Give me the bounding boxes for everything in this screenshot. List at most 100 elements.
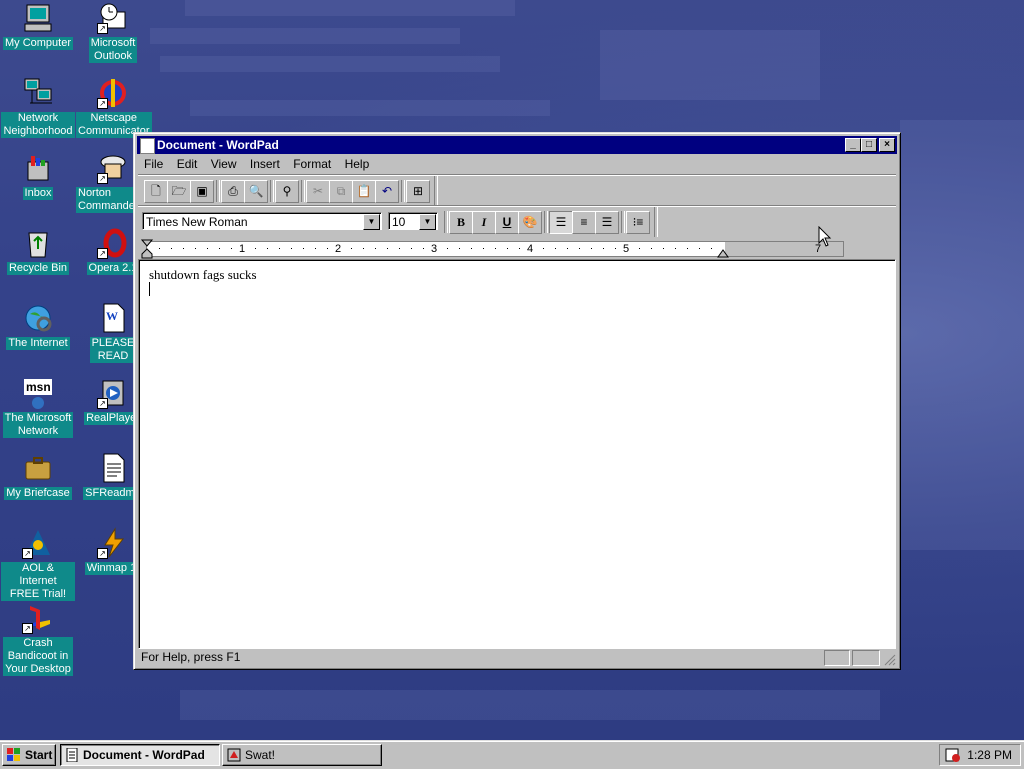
copy-button[interactable]: ⧉ [329, 180, 353, 203]
bold-button[interactable]: B [449, 211, 473, 234]
desktop-icon-crash-bandicoot[interactable]: ↗ Crash Bandicoot in Your Desktop [1, 602, 75, 676]
resize-grip-icon[interactable] [884, 654, 896, 666]
menu-help[interactable]: Help [345, 157, 370, 171]
document-text[interactable]: shutdown fags sucks [149, 267, 257, 283]
svg-text:W: W [106, 309, 118, 323]
print-button[interactable]: ⎙ [221, 180, 245, 203]
desktop-icon-network-neighborhood[interactable]: Network Neighborhood [1, 77, 75, 138]
taskbar-button-swat[interactable]: Swat! [222, 744, 382, 766]
desktop-icon-the-internet[interactable]: The Internet [1, 302, 75, 350]
desktop-icon-inbox[interactable]: Inbox [1, 152, 75, 200]
wordpad-app-icon[interactable] [140, 138, 155, 154]
align-right-icon: ☰ [601, 215, 613, 229]
document-area[interactable]: shutdown fags sucks [138, 259, 896, 649]
window-title: Document - WordPad [157, 138, 279, 152]
word-document-icon: W [97, 302, 129, 334]
toolbar-separator [544, 211, 548, 233]
ruler-tick [411, 248, 412, 249]
open-button[interactable]: 🗁 [167, 180, 191, 203]
menu-format[interactable]: Format [293, 157, 331, 171]
menu-insert[interactable]: Insert [250, 157, 280, 171]
briefcase-icon [22, 452, 54, 484]
desktop-icon-label: Recycle Bin [6, 262, 70, 275]
cut-button[interactable]: ✂ [306, 180, 330, 203]
status-bar: For Help, press F1 [138, 649, 896, 666]
format-toolbar: Times New Roman ▼ 10 ▼ B I U 🎨 ☰ ≡ ☰ ⁝≡ [138, 206, 896, 237]
print-preview-button[interactable]: 🔍 [244, 180, 268, 203]
ruler-tick [639, 248, 640, 249]
ruler[interactable]: 1 2 3 4 5 7 [138, 237, 896, 259]
new-button[interactable]: 🗋 [144, 180, 168, 203]
save-button[interactable]: ▣ [190, 180, 214, 203]
ruler-number: 5 [623, 243, 630, 255]
italic-button[interactable]: I [472, 211, 496, 234]
desktop-icon-netscape[interactable]: ↗ Netscape Communicator [76, 77, 152, 138]
menu-edit[interactable]: Edit [177, 157, 198, 171]
status-text: For Help, press F1 [141, 650, 241, 664]
ruler-tick [423, 248, 424, 249]
left-indent-marker-icon[interactable] [141, 239, 153, 259]
desktop-icon-label: Microsoft Outlook [88, 37, 138, 63]
align-center-button[interactable]: ≡ [572, 211, 596, 234]
desktop-icon-microsoft-network[interactable]: msn The Microsoft Network [1, 377, 75, 438]
underline-button[interactable]: U [495, 211, 519, 234]
ruler-tick [219, 248, 220, 249]
network-icon [22, 77, 54, 109]
shortcut-arrow-icon: ↗ [22, 623, 33, 634]
toolbar-end [434, 176, 438, 206]
taskbar-button-label: Document - WordPad [83, 748, 205, 762]
ruler-number: 3 [431, 243, 438, 255]
font-size-combo[interactable]: 10 ▼ [388, 212, 438, 230]
playstation-icon: ↗ [22, 602, 54, 634]
chevron-down-icon[interactable]: ▼ [363, 214, 380, 230]
system-tray: 1:28 PM [939, 744, 1021, 766]
ruler-tick [255, 248, 256, 249]
desktop-icon-recycle-bin[interactable]: Recycle Bin [1, 227, 75, 275]
desktop-icon-my-briefcase[interactable]: My Briefcase [1, 452, 75, 500]
cut-icon: ✂ [312, 184, 324, 198]
wordpad-window[interactable]: Document - WordPad _ □ × File Edit View … [133, 132, 901, 670]
wallpaper-block [600, 30, 820, 100]
minimize-button[interactable]: _ [845, 138, 861, 152]
wallpaper-band [180, 690, 880, 720]
desktop-icon-aol[interactable]: ↗ AOL & Internet FREE Trial! [1, 527, 75, 601]
bullets-button[interactable]: ⁝≡ [626, 211, 650, 234]
ruler-tick [567, 248, 568, 249]
text-caret [149, 282, 150, 296]
desktop-icon-label: My Briefcase [4, 487, 72, 500]
taskbar-button-wordpad[interactable]: Document - WordPad [60, 744, 220, 766]
print-icon: ⎙ [228, 184, 238, 198]
find-button[interactable]: ⚲ [275, 180, 299, 203]
ruler-tick [387, 248, 388, 249]
toolbar-separator [621, 211, 625, 233]
text-document-icon [97, 452, 129, 484]
svg-text:msn: msn [26, 380, 51, 394]
paste-button[interactable]: 📋 [352, 180, 376, 203]
my-computer-icon [22, 2, 54, 34]
menu-view[interactable]: View [211, 157, 237, 171]
color-button[interactable]: 🎨 [518, 211, 542, 234]
align-left-button[interactable]: ☰ [549, 211, 573, 234]
wallpaper-block [900, 120, 1024, 550]
insert-object-button[interactable]: ⊞ [406, 180, 430, 203]
desktop-icon-my-computer[interactable]: My Computer [1, 2, 75, 50]
ruler-tick [183, 248, 184, 249]
ruler-tick [291, 248, 292, 249]
align-right-button[interactable]: ☰ [595, 211, 619, 234]
clock[interactable]: 1:28 PM [967, 745, 1012, 765]
scheduler-icon[interactable] [945, 748, 961, 762]
chevron-down-icon[interactable]: ▼ [419, 214, 436, 230]
menu-file[interactable]: File [144, 157, 163, 171]
start-button[interactable]: Start [2, 744, 56, 766]
desktop-icon-microsoft-outlook[interactable]: ↗ Microsoft Outlook [76, 2, 150, 63]
title-bar[interactable]: Document - WordPad _ □ × [137, 136, 897, 154]
maximize-button[interactable]: □ [861, 138, 877, 152]
right-indent-marker-icon[interactable] [717, 248, 729, 258]
close-button[interactable]: × [879, 138, 895, 152]
toolbar-separator [301, 180, 305, 202]
ruler-tick [651, 248, 652, 249]
undo-button[interactable]: ↶ [375, 180, 399, 203]
desktop-icon-label: The Internet [6, 337, 70, 350]
font-name-combo[interactable]: Times New Roman ▼ [142, 212, 382, 230]
ruler-tick [495, 248, 496, 249]
